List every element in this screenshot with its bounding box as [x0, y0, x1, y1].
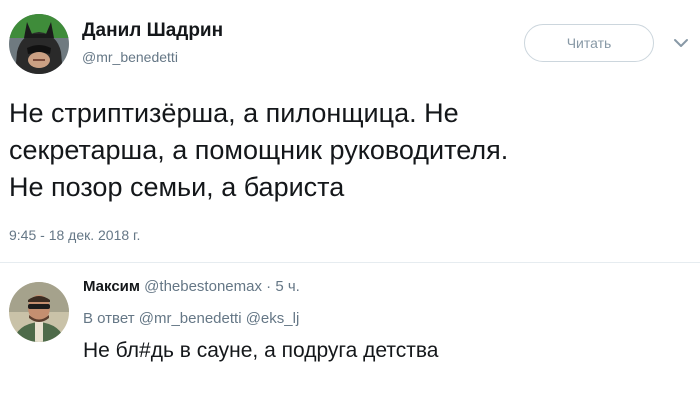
tweet-timestamp[interactable]: 9:45 - 18 дек. 2018 г.: [9, 227, 140, 243]
tweet-text-line: Не позор семьи, а бариста: [9, 172, 345, 202]
tweet-text-line: Не стриптизёрша, а пилонщица. Не: [9, 98, 459, 128]
author-name[interactable]: Данил Шадрин: [82, 20, 223, 42]
reply-author-handle[interactable]: @thebestonemax: [144, 278, 262, 295]
reply-to-handle[interactable]: @mr_benedetti: [139, 310, 242, 327]
tweet-text: Не стриптизёрша, а пилонщица. Не секрета…: [9, 95, 689, 206]
dot-separator: ·: [266, 278, 272, 295]
reply-header: Максим @thebestonemax · 5 ч.: [83, 278, 300, 295]
follow-button[interactable]: Читать: [524, 24, 654, 62]
chevron-down-icon[interactable]: [672, 36, 690, 50]
batman-avatar-icon[interactable]: [9, 14, 69, 74]
reply-text: Не бл#дь в сауне, а подруга детства: [83, 339, 439, 362]
reply-to-prefix: В ответ: [83, 310, 135, 327]
reply-tweet[interactable]: Максим @thebestonemax · 5 ч. В ответ @mr…: [0, 263, 700, 411]
reply-to-handle[interactable]: @eks_lj: [246, 310, 300, 327]
user-photo-avatar-icon[interactable]: [9, 282, 69, 342]
reply-to-line: В ответ @mr_benedetti @eks_lj: [83, 310, 299, 327]
reply-author-name[interactable]: Максим: [83, 278, 140, 295]
reply-age[interactable]: 5 ч.: [275, 278, 300, 295]
tweet-text-line: секретарша, а помощник руководителя.: [9, 135, 509, 165]
author-handle[interactable]: @mr_benedetti: [82, 49, 178, 65]
main-tweet: Данил Шадрин @mr_benedetti Читать Не стр…: [0, 0, 700, 262]
